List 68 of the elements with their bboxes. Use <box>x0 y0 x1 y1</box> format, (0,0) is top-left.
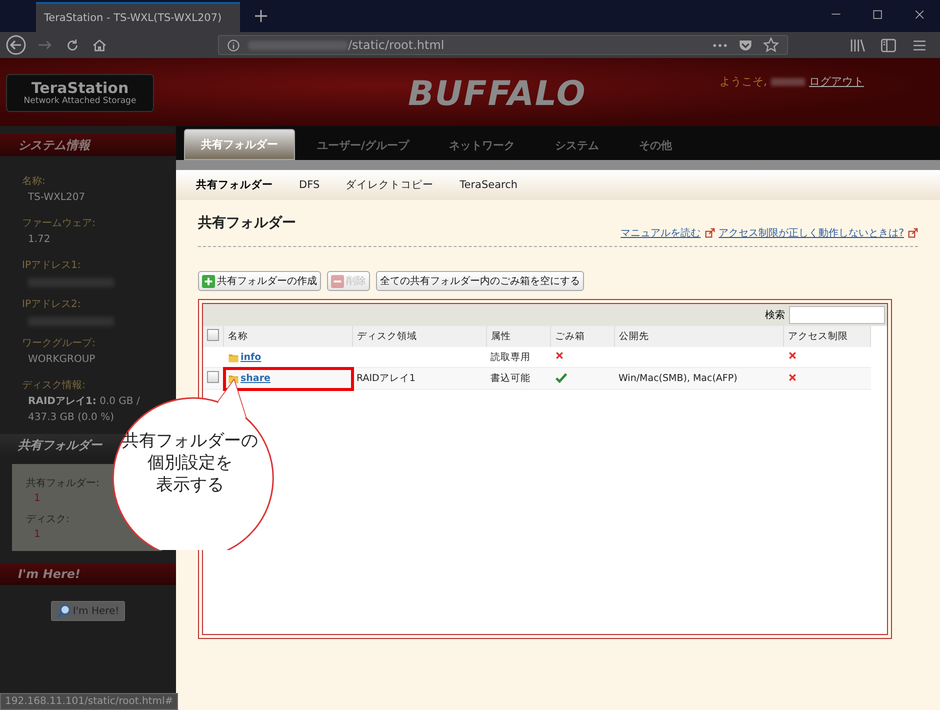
toolbar-button[interactable]: 全ての共有フォルダー内のごみ箱を空にする <box>376 271 584 291</box>
info-value: WORKGROUP <box>27 353 96 367</box>
info-label: IPアドレス2: <box>22 298 82 311</box>
column-header[interactable]: 属性 <box>486 326 550 347</box>
help-link[interactable]: アクセス制限が正しく動作しないときは? <box>718 226 904 240</box>
column-header[interactable]: ディスク領域 <box>352 326 486 347</box>
publish-text: Win/Mac(SMB), Mac(AFP) <box>618 373 738 384</box>
search-label: 検索 <box>765 308 785 322</box>
minus-icon <box>331 274 344 288</box>
welcome-text: ようこそ, <box>720 74 767 89</box>
close-icon[interactable] <box>914 9 926 21</box>
magnifier-icon <box>56 604 70 618</box>
column-header[interactable]: アクセス制限 <box>784 326 870 347</box>
pocket-icon[interactable] <box>738 38 753 52</box>
address-bar[interactable]: /static/root.html <box>218 35 788 55</box>
column-header[interactable]: ごみ箱 <box>550 326 614 347</box>
info-label: ディスク情報: <box>22 378 86 392</box>
sidebar-icon[interactable] <box>880 36 897 54</box>
status-url: 192.168.11.101/static/root.html# <box>5 696 174 707</box>
attribute-text: 読取専用 <box>490 352 530 362</box>
brand-logo: BUFFALO <box>408 74 586 114</box>
logo-title: TeraStation <box>31 80 129 96</box>
summary-label: 共有フォルダー: <box>26 476 100 490</box>
sub-tab[interactable]: 共有フォルダー <box>196 178 273 192</box>
summary-value: 1 <box>33 492 42 506</box>
summary-value: 1 <box>33 528 42 542</box>
callout-text: 表示する <box>156 474 224 496</box>
sub-tab[interactable]: ダイレクトコピー <box>346 178 434 192</box>
star-icon[interactable] <box>763 37 779 53</box>
folder-icon <box>228 352 238 362</box>
column-header[interactable]: 公開先 <box>614 326 784 347</box>
info-label: ファームウェア: <box>22 217 96 230</box>
external-link-icon <box>704 228 715 238</box>
home-icon[interactable] <box>91 36 108 54</box>
section-header: I'm Here! <box>0 563 176 585</box>
search-field[interactable] <box>789 306 885 324</box>
sub-tab[interactable]: TeraSearch <box>460 179 518 191</box>
maximize-icon[interactable] <box>872 9 884 21</box>
folder-link[interactable]: info <box>240 352 262 362</box>
section-header: システム情報 <box>0 134 176 156</box>
back-icon[interactable] <box>6 35 26 55</box>
browser-tab[interactable]: TeraStation - TS-WXL(TS-WXL207) <box>36 2 240 32</box>
toolbar-button[interactable]: 共有フォルダーの作成 <box>198 271 321 291</box>
logout-link[interactable]: ログアウト <box>809 74 864 89</box>
plus-icon <box>202 274 215 288</box>
new-tab-icon[interactable] <box>254 9 268 23</box>
info-label: 名称: <box>22 175 46 188</box>
help-link[interactable]: マニュアルを読む <box>620 226 701 240</box>
folder-link[interactable]: share <box>240 373 270 384</box>
info-icon[interactable] <box>227 38 240 52</box>
library-icon[interactable] <box>849 36 866 54</box>
row-checkbox[interactable] <box>207 371 219 383</box>
info-label: ワークグループ: <box>22 336 96 350</box>
info-value: RAIDアレイ1: 0.0 GB / 437.3 GB (0.0 %) <box>27 395 141 425</box>
column-header[interactable]: 名称 <box>224 326 352 347</box>
info-value: 1.72 <box>27 233 52 247</box>
info-label: IPアドレス1: <box>22 259 82 272</box>
logo-subtitle: Network Attached Storage <box>24 96 136 106</box>
external-link-icon <box>908 228 918 238</box>
sub-tab[interactable]: DFS <box>299 179 320 191</box>
attribute-text: 書込可能 <box>490 373 530 384</box>
blurred-username <box>771 78 805 86</box>
disk-text: RAIDアレイ1 <box>356 373 416 384</box>
page-title: 共有フォルダー <box>198 214 296 232</box>
summary-label: ディスク: <box>26 513 70 526</box>
info-value: TS-WXL207 <box>27 191 86 205</box>
select-all-checkbox[interactable] <box>207 329 219 341</box>
url-text: /static/root.html <box>348 38 444 52</box>
